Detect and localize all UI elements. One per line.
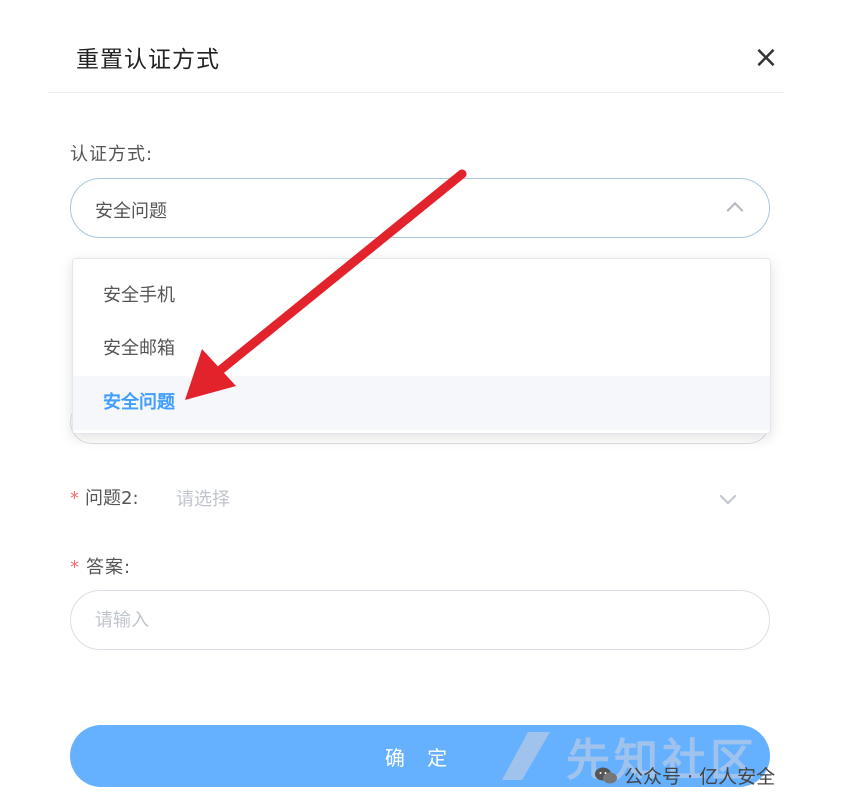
dropdown-option-phone[interactable]: 安全手机 xyxy=(73,269,770,323)
question2-row[interactable]: * 问题2: 请选择 xyxy=(70,484,770,512)
chevron-up-icon xyxy=(726,201,744,219)
question2-label: * 问题2: xyxy=(70,484,139,510)
auth-method-select[interactable]: 安全问题 xyxy=(70,178,770,238)
chevron-down-icon xyxy=(719,487,737,505)
answer-label-text: 答案: xyxy=(86,557,132,578)
wechat-icon xyxy=(595,767,617,783)
auth-method-label: 认证方式: xyxy=(70,144,154,165)
required-mark: * xyxy=(70,557,80,578)
question2-placeholder: 请选择 xyxy=(176,489,230,510)
auth-method-selected-value: 安全问题 xyxy=(95,201,167,222)
question2-label-text: 问题2: xyxy=(85,488,139,509)
site-watermark-logo xyxy=(502,732,550,780)
account-watermark-text: 公众号 · 亿人安全 xyxy=(624,766,776,788)
dialog-title: 重置认证方式 xyxy=(76,47,220,73)
close-icon[interactable]: × xyxy=(752,43,780,73)
reset-auth-dialog: 重置认证方式 × 认证方式: 安全问题 安全手机 安全邮箱 安全问题 * 问题2:… xyxy=(0,0,845,811)
dropdown-option-email[interactable]: 安全邮箱 xyxy=(73,322,770,376)
header-divider xyxy=(48,92,784,93)
account-watermark: 公众号 · 亿人安全 xyxy=(594,762,775,789)
required-mark: * xyxy=(70,488,79,509)
answer-input[interactable] xyxy=(70,590,770,650)
auth-method-dropdown: 安全手机 安全邮箱 安全问题 xyxy=(72,258,771,434)
answer-label: * 答案: xyxy=(70,553,131,579)
dropdown-option-question[interactable]: 安全问题 xyxy=(73,376,770,430)
